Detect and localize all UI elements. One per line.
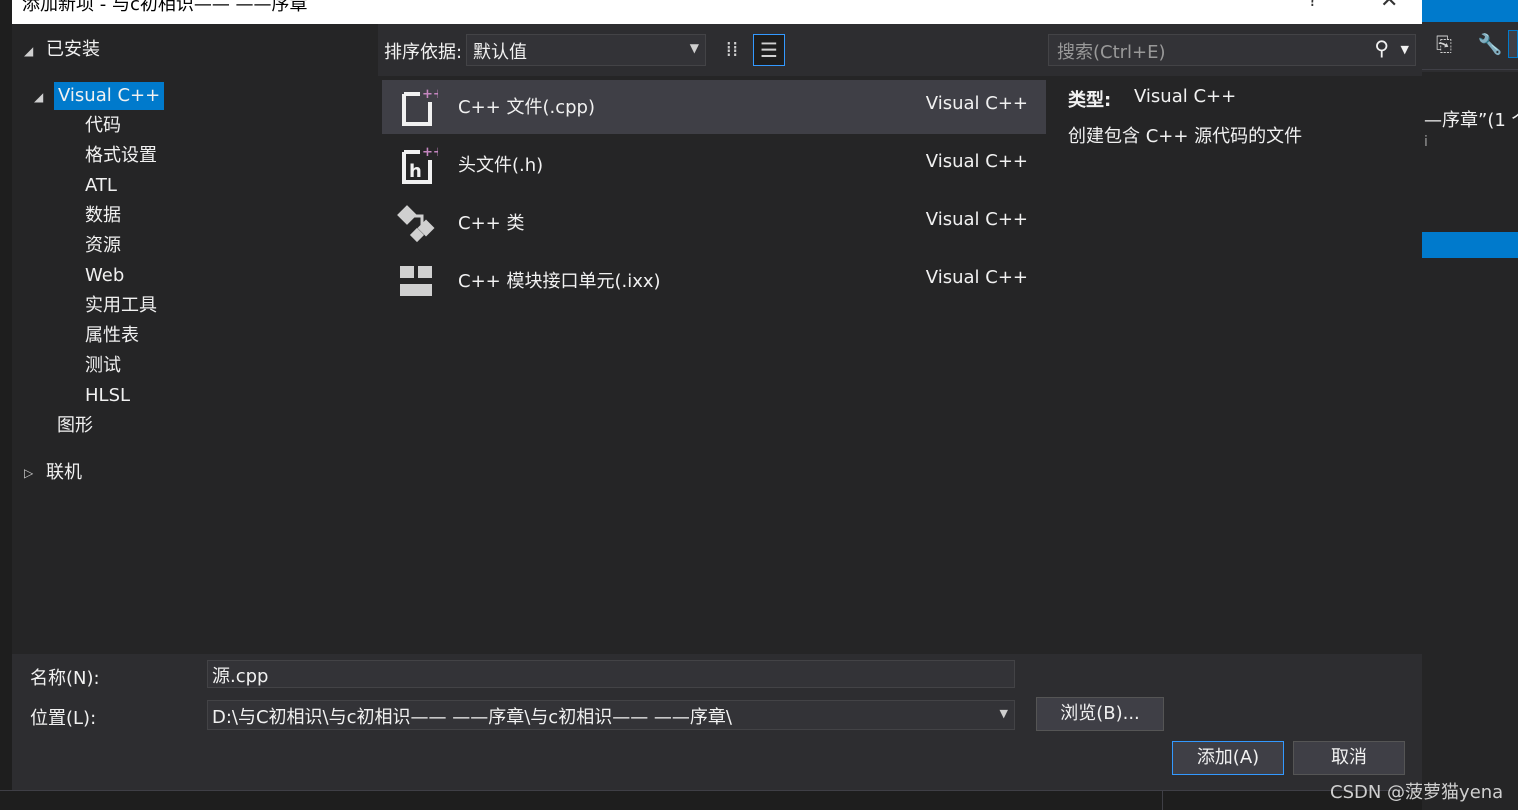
search-input[interactable]: 搜索(Ctrl+E)	[1057, 38, 1166, 64]
sort-label: 排序依据:	[384, 42, 463, 63]
ide-toolbar: ⎘ 🔧	[1422, 22, 1518, 70]
template-item-header[interactable]: h ++ 头文件(.h) Visual C++	[382, 138, 1046, 192]
search-box[interactable]: 搜索(Ctrl+E) ⚲ ▼	[1048, 34, 1416, 66]
add-new-item-dialog: 添加新项 - 与c初相识—— ——序章 ? ✕ ◢ 已安装 ◢ Visual C…	[12, 0, 1422, 790]
dialog-title-bar: 添加新项 - 与c初相识—— ——序章 ? ✕	[12, 0, 1422, 24]
add-button[interactable]: 添加(A)	[1172, 741, 1284, 775]
type-label: 类型:	[1068, 90, 1112, 111]
tree-node-test[interactable]: 测试	[85, 352, 121, 380]
tree-node-web[interactable]: Web	[85, 262, 124, 290]
expanded-arrow-icon[interactable]: ◢	[24, 44, 33, 58]
toolbar-selected-item[interactable]	[1508, 30, 1518, 58]
divider	[1162, 791, 1163, 810]
type-value: Visual C++	[1134, 86, 1237, 107]
template-list: ++ C++ 文件(.cpp) Visual C++ h ++ 头文件(.h) …	[378, 76, 1048, 654]
svg-text:++: ++	[422, 145, 438, 160]
wrench-icon[interactable]: 🔧	[1476, 30, 1504, 58]
cancel-button[interactable]: 取消	[1293, 741, 1405, 775]
template-language: Visual C++	[925, 93, 1028, 114]
template-item-cpp[interactable]: ++ C++ 文件(.cpp) Visual C++	[382, 80, 1046, 134]
header-file-icon: h ++	[402, 145, 438, 184]
class-icon	[397, 205, 435, 243]
expanded-arrow-icon[interactable]: ◢	[34, 90, 43, 104]
background-status-area	[0, 790, 1422, 810]
browse-button[interactable]: 浏览(B)...	[1036, 697, 1164, 731]
tree-node-property-sheet[interactable]: 属性表	[85, 322, 139, 350]
template-name: 头文件(.h)	[458, 155, 544, 176]
name-label: 名称(N):	[30, 668, 100, 689]
side-panel-selection	[1422, 232, 1518, 258]
template-description: 创建包含 C++ 源代码的文件	[1068, 126, 1303, 147]
side-panel-text: —序章”(1 个	[1424, 110, 1518, 131]
tree-node-data[interactable]: 数据	[85, 202, 121, 230]
grid-view-icon[interactable]: ⁞⁞	[716, 34, 748, 66]
name-value: 源.cpp	[212, 666, 269, 687]
template-language: Visual C++	[925, 267, 1028, 288]
template-info-panel: 类型: Visual C++ 创建包含 C++ 源代码的文件	[1048, 76, 1422, 654]
tree-node-resource[interactable]: 资源	[85, 232, 121, 260]
background-ide-panel: ⎘ 🔧 —序章”(1 个 i	[1422, 0, 1518, 810]
tree-node-visual-cpp[interactable]: Visual C++	[54, 82, 165, 110]
chevron-down-icon[interactable]: ▼	[1401, 43, 1409, 56]
name-field[interactable]: 源.cpp	[207, 660, 1015, 688]
search-icon[interactable]: ⚲	[1374, 36, 1389, 60]
template-item-class[interactable]: C++ 类 Visual C++	[382, 196, 1046, 250]
template-name: C++ 类	[458, 213, 525, 234]
template-name: C++ 模块接口单元(.ixx)	[458, 271, 661, 292]
template-item-module[interactable]: C++ 模块接口单元(.ixx) Visual C++	[382, 254, 1046, 308]
chevron-down-icon: ▼	[689, 41, 699, 55]
location-value: D:\与C初相识\与c初相识—— ——序章\与c初相识—— ——序章\	[212, 707, 732, 728]
tree-node-code[interactable]: 代码	[85, 112, 121, 140]
chevron-down-icon[interactable]: ▼	[1000, 707, 1008, 720]
tree-node-online[interactable]: 联机	[46, 459, 82, 487]
watermark: CSDN @菠萝猫yena	[1330, 782, 1504, 803]
svg-text:++: ++	[422, 87, 438, 102]
category-tree: ◢ 已安装 ◢ Visual C++ 代码 格式设置 ATL 数据 资源 Web…	[12, 24, 378, 654]
location-field[interactable]: D:\与C初相识\与c初相识—— ——序章\与c初相识—— ——序章\ ▼	[207, 700, 1015, 730]
template-language: Visual C++	[925, 209, 1028, 230]
help-button[interactable]: ?	[1308, 0, 1318, 11]
copy-icon[interactable]: ⎘	[1430, 30, 1458, 58]
template-language: Visual C++	[925, 151, 1028, 172]
ide-side-panel: —序章”(1 个 i	[1422, 72, 1518, 810]
side-panel-text-2: i	[1424, 134, 1428, 150]
tree-node-hlsl[interactable]: HLSL	[85, 382, 130, 410]
ide-title-bar	[1422, 0, 1518, 22]
tree-node-atl[interactable]: ATL	[85, 172, 117, 200]
sort-dropdown[interactable]: 默认值 ▼	[466, 34, 706, 66]
list-view-icon[interactable]: ☰	[753, 34, 785, 66]
module-icon	[400, 266, 432, 296]
tree-node-installed[interactable]: 已安装	[46, 36, 100, 64]
collapsed-arrow-icon[interactable]: ▷	[24, 466, 33, 480]
template-name: C++ 文件(.cpp)	[458, 97, 595, 118]
close-button[interactable]: ✕	[1380, 0, 1398, 13]
dialog-title: 添加新项 - 与c初相识—— ——序章	[22, 0, 308, 15]
tree-node-formatting[interactable]: 格式设置	[85, 142, 157, 170]
tree-node-graphics[interactable]: 图形	[57, 412, 93, 440]
sort-value: 默认值	[473, 42, 527, 63]
cpp-file-icon: ++	[402, 87, 438, 126]
location-label: 位置(L):	[30, 708, 97, 729]
tree-node-utility[interactable]: 实用工具	[85, 292, 157, 320]
svg-text:h: h	[409, 161, 422, 182]
